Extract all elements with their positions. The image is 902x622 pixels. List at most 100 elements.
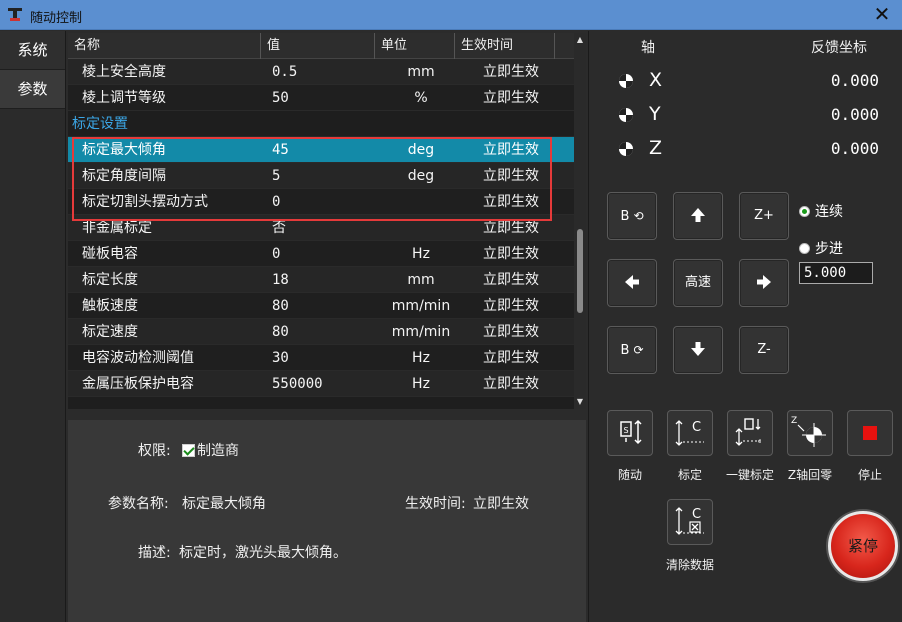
column-header-effect[interactable]: 生效时间 <box>455 33 555 59</box>
axis-name: Z <box>649 137 663 159</box>
svg-text:S: S <box>624 426 629 435</box>
close-icon[interactable]: ✕ <box>870 2 894 26</box>
scroll-down-icon[interactable]: ▼ <box>574 395 586 409</box>
param-value-cell: 5 <box>272 168 281 184</box>
param-effect-cell: 立即生效 <box>483 298 539 314</box>
table-group-header[interactable]: 标定设置 <box>68 111 574 137</box>
b-rotate-ccw-button[interactable]: B ⟲ <box>607 192 657 240</box>
check-icon <box>182 444 195 457</box>
effect-time-value: 立即生效 <box>473 496 529 512</box>
description-value: 标定时，激光头最大倾角。 <box>179 545 347 561</box>
speed-toggle-button[interactable]: 高速 <box>673 259 723 307</box>
param-unit-cell: mm/min <box>391 324 451 340</box>
continuous-mode-radio[interactable]: 连续 <box>799 201 843 221</box>
table-row[interactable]: 金属压板保护电容 550000 Hz 立即生效 <box>68 371 574 397</box>
table-row[interactable]: 标定速度 80 mm/min 立即生效 <box>68 319 574 345</box>
table-body: 棱上安全高度 0.5 mm 立即生效 棱上调节等级 50% 立即生效 标定设置 标定最大倾角 45… <box>68 59 574 397</box>
z-home-button[interactable]: Z <box>787 410 833 456</box>
clear-data-button[interactable]: C <box>667 499 713 545</box>
column-header-unit[interactable]: 单位 <box>375 33 455 59</box>
jog-left-button[interactable] <box>607 259 657 307</box>
step-mode-label: 步进 <box>815 241 843 257</box>
table-row[interactable]: 标定切割头摆动方式 0 立即生效 <box>68 189 574 215</box>
jog-right-button[interactable] <box>739 259 789 307</box>
table-row[interactable]: 标定角度间隔 5 deg 立即生效 <box>68 163 574 189</box>
b-rotate-cw-button[interactable]: B ⟳ <box>607 326 657 374</box>
table-header: 名称 值 单位 生效时间 <box>68 33 574 59</box>
sidebar-item-system[interactable]: 系统 <box>0 31 65 70</box>
permission-value: 制造商 <box>197 443 239 459</box>
axis-value: 0.000 <box>830 105 879 124</box>
svg-text:C: C <box>692 507 701 522</box>
jog-down-button[interactable] <box>673 326 723 374</box>
table-row[interactable]: 棱上调节等级 50% 立即生效 <box>68 85 574 111</box>
feedback-header: 反馈坐标 <box>811 40 867 56</box>
arrow-up-icon <box>691 208 705 222</box>
table-row[interactable]: 触板速度 80 mm/min 立即生效 <box>68 293 574 319</box>
param-value-cell: 80 <box>272 298 289 314</box>
param-unit-cell: mm <box>407 272 435 288</box>
control-panel: 轴 反馈坐标 X 0.000 Y 0.000 Z 0.000 B ⟲ Z+ 高速… <box>588 31 902 622</box>
stop-icon <box>863 426 877 440</box>
emergency-stop-button[interactable]: 紧停 <box>828 511 898 581</box>
table-row[interactable]: 电容波动检测阈值 30 Hz 立即生效 <box>68 345 574 371</box>
axis-row-y: Y 0.000 <box>619 103 879 127</box>
description-label: 描述: <box>138 545 171 561</box>
table-row[interactable]: 碰板电容 0 Hz 立即生效 <box>68 241 574 267</box>
stop-label: 停止 <box>857 468 882 482</box>
table-row[interactable]: 非金属标定 否 立即生效 <box>68 215 574 241</box>
column-header-name[interactable]: 名称 <box>68 33 261 59</box>
param-name-cell: 非金属标定 <box>82 220 152 236</box>
rotate-ccw-icon: ⟲ <box>633 209 644 223</box>
follow-label: 随动 <box>617 468 642 482</box>
window-title: 随动控制 <box>30 11 83 26</box>
sidebar-item-parameters[interactable]: 参数 <box>0 70 65 109</box>
param-name-value: 标定最大倾角 <box>182 496 266 512</box>
axis-value: 0.000 <box>830 139 879 158</box>
axis-header: 轴 <box>641 40 655 56</box>
table-scrollbar[interactable]: ▲ ▼ <box>574 33 586 409</box>
param-value-cell: 0.5 <box>272 64 298 80</box>
axis-name: X <box>649 69 663 91</box>
calibrate-icon: C <box>675 420 704 446</box>
axis-row-z: Z 0.000 <box>619 137 879 161</box>
table-row[interactable]: 标定长度 18 mm 立即生效 <box>68 267 574 293</box>
param-value-cell: 0 <box>272 246 281 262</box>
axis-value: 0.000 <box>830 71 879 90</box>
z-plus-button[interactable]: Z+ <box>739 192 789 240</box>
step-mode-radio[interactable]: 步进 <box>799 238 843 258</box>
param-effect-cell: 立即生效 <box>483 220 539 236</box>
param-value-cell: 否 <box>272 220 286 236</box>
axis-origin-icon <box>619 108 633 122</box>
z-minus-button[interactable]: Z- <box>739 326 789 374</box>
scroll-thumb[interactable] <box>577 229 583 313</box>
table-row-selected[interactable]: 标定最大倾角 45 deg 立即生效 <box>68 137 574 163</box>
step-distance-input[interactable]: 5.000 <box>799 262 873 284</box>
jog-up-button[interactable] <box>673 192 723 240</box>
param-unit-cell: mm <box>407 64 435 80</box>
axis-row-x: X 0.000 <box>619 69 879 93</box>
arrow-left-icon <box>625 275 639 289</box>
sidebar: 系统 参数 <box>0 31 66 622</box>
radio-icon <box>799 243 810 254</box>
calibrate-button[interactable]: C <box>667 410 713 456</box>
one-key-calibrate-icon: c <box>735 418 763 446</box>
follow-button[interactable]: S <box>607 410 653 456</box>
table-row[interactable]: 棱上安全高度 0.5 mm 立即生效 <box>68 59 574 85</box>
param-effect-cell: 立即生效 <box>483 142 539 158</box>
one-key-calibrate-button[interactable]: c <box>727 410 773 456</box>
param-effect-cell: 立即生效 <box>483 272 539 288</box>
b-label: B <box>620 343 630 358</box>
param-effect-cell: 立即生效 <box>483 64 539 80</box>
param-name-cell: 棱上安全高度 <box>82 64 166 80</box>
stop-button[interactable] <box>847 410 893 456</box>
param-name-cell: 标定切割头摆动方式 <box>82 194 208 210</box>
column-header-value[interactable]: 值 <box>261 33 375 59</box>
param-name-label: 参数名称: <box>108 496 169 512</box>
scroll-up-icon[interactable]: ▲ <box>574 33 586 47</box>
permission-checkbox[interactable]: 制造商 <box>182 440 239 460</box>
svg-text:C: C <box>692 420 701 435</box>
clear-data-label: 清除数据 <box>665 558 714 572</box>
title-bar: 随动控制 ✕ <box>0 0 902 30</box>
axis-name: Y <box>649 103 661 125</box>
